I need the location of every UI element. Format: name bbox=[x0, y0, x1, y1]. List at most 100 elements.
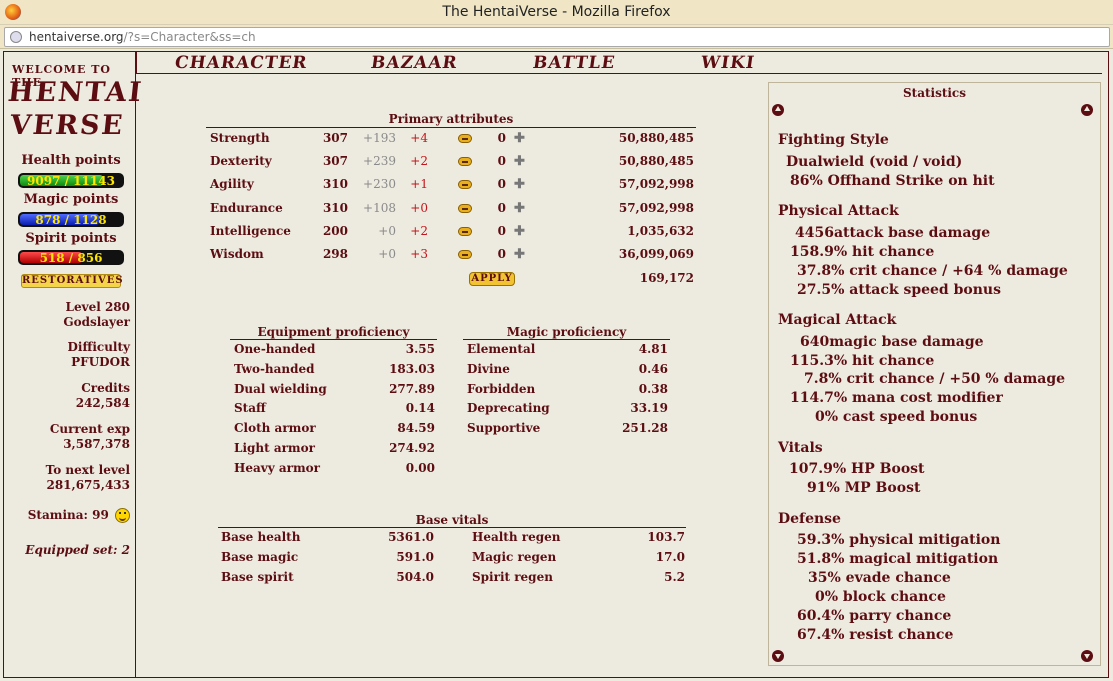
proficiency-value: 0.00 bbox=[405, 460, 435, 475]
equipment-proficiency-title: Equipment proficiency bbox=[257, 325, 410, 339]
attribute-points: 0 bbox=[497, 247, 506, 261]
equipment-proficiency-row: One-handed 3.55 bbox=[230, 342, 437, 362]
health-value: 9097 / 11143 bbox=[27, 174, 115, 188]
scroll-down-right-icon[interactable] bbox=[1081, 650, 1093, 662]
vital-name: Base spirit bbox=[221, 570, 294, 584]
exp-label: Current exp bbox=[49, 422, 130, 436]
regen-value: 17.0 bbox=[655, 550, 685, 564]
base-vitals-row: Base health 5361.0 Health regen 103.7 bbox=[218, 530, 686, 550]
stamina-row: Stamina: 99 bbox=[4, 508, 130, 523]
left-pane: WELCOME TO THE HENTAI VERSE Health point… bbox=[4, 52, 145, 677]
attribute-bonus: +0 bbox=[378, 223, 396, 238]
menu-character[interactable]: CHARACTER bbox=[174, 53, 309, 73]
increase-icon[interactable]: ✚ bbox=[514, 131, 525, 146]
difficulty-value: PFUDOR bbox=[71, 355, 130, 369]
attribute-delta: +0 bbox=[410, 200, 428, 215]
credits-label: Credits bbox=[81, 381, 130, 395]
decrease-icon[interactable] bbox=[458, 250, 472, 259]
scroll-up-right-icon[interactable] bbox=[1081, 104, 1093, 116]
vital-name: Base health bbox=[221, 530, 301, 544]
attribute-row: Wisdom 298 +0 +3 0 ✚ 36,099,069 bbox=[206, 247, 696, 267]
magical-attack-line: 115.3% hit chance bbox=[790, 353, 935, 369]
next-level-value: 281,675,433 bbox=[46, 478, 130, 492]
attribute-row: Agility 310 +230 +1 0 ✚ 57,092,998 bbox=[206, 177, 696, 197]
defense-heading: Defense bbox=[778, 511, 841, 527]
attribute-bonus: +108 bbox=[363, 200, 396, 215]
apply-button[interactable]: APPLY bbox=[469, 272, 515, 286]
proficiency-name: Heavy armor bbox=[234, 460, 320, 475]
equipment-proficiency-row: Staff 0.14 bbox=[230, 401, 437, 421]
logo-line1[interactable]: HENTAI bbox=[6, 77, 144, 108]
equipment-proficiency-row: Dual wielding 277.89 bbox=[230, 382, 437, 402]
proficiency-name: Staff bbox=[234, 401, 266, 416]
scroll-up-left-icon[interactable] bbox=[772, 104, 784, 116]
proficiency-name: Cloth armor bbox=[234, 421, 316, 436]
menu-wiki[interactable]: WIKI bbox=[700, 53, 757, 73]
base-vitals-row: Base spirit 504.0 Spirit regen 5.2 bbox=[218, 570, 686, 590]
globe-icon bbox=[10, 31, 22, 43]
window-title: The HentaiVerse - Mozilla Firefox bbox=[442, 4, 671, 20]
attribute-base: 307 bbox=[322, 154, 348, 169]
regen-value: 103.7 bbox=[647, 530, 685, 544]
regen-value: 5.2 bbox=[664, 570, 685, 584]
increase-icon[interactable]: ✚ bbox=[514, 154, 525, 169]
attribute-row: Strength 307 +193 +4 0 ✚ 50,880,485 bbox=[206, 131, 696, 151]
fighting-style-heading: Fighting Style bbox=[778, 132, 889, 148]
attribute-exp-cost: 1,035,632 bbox=[627, 223, 694, 238]
attribute-points: 0 bbox=[497, 223, 506, 238]
menu-bazaar[interactable]: BAZAAR bbox=[370, 53, 459, 73]
stamina-text: Stamina: 99 bbox=[27, 508, 109, 522]
attribute-points: 0 bbox=[497, 154, 506, 169]
statistics-title: Statistics bbox=[902, 86, 966, 100]
attribute-name: Agility bbox=[210, 177, 254, 192]
attribute-delta: +3 bbox=[410, 247, 428, 261]
credits-value: 242,584 bbox=[75, 396, 130, 410]
decrease-icon[interactable] bbox=[458, 203, 472, 213]
magical-attack-line: 0% cast speed bonus bbox=[815, 409, 978, 425]
proficiency-value: 274.92 bbox=[389, 441, 435, 455]
url-host: hentaiverse.org bbox=[29, 30, 124, 44]
equipment-proficiency-row: Cloth armor 84.59 bbox=[230, 421, 437, 441]
magical-attack-line: 7.8% crit chance / +50 % damage bbox=[804, 371, 1066, 387]
attribute-points: 0 bbox=[497, 131, 506, 145]
attribute-bonus: +193 bbox=[363, 131, 396, 145]
decrease-icon[interactable] bbox=[458, 134, 472, 143]
proficiency-value: 33.19 bbox=[630, 401, 668, 416]
defense-line: 51.8% magical mitigation bbox=[797, 551, 999, 567]
decrease-icon[interactable] bbox=[458, 180, 472, 190]
proficiency-value: 4.81 bbox=[638, 342, 668, 356]
difficulty-label: Difficulty bbox=[67, 340, 130, 354]
menu-battle[interactable]: BATTLE bbox=[532, 53, 617, 73]
defense-line: 0% block chance bbox=[815, 589, 946, 605]
scroll-down-left-icon[interactable] bbox=[772, 650, 784, 662]
proficiency-value: 277.89 bbox=[389, 381, 435, 396]
decrease-icon[interactable] bbox=[458, 226, 472, 236]
attribute-delta: +2 bbox=[410, 223, 428, 238]
attribute-points: 0 bbox=[497, 200, 506, 215]
top-menu: CHARACTER BAZAAR BATTLE WIKI bbox=[136, 52, 1102, 74]
attribute-row: Dexterity 307 +239 +2 0 ✚ 50,880,485 bbox=[206, 154, 696, 174]
physical-attack-line: 158.9% hit chance bbox=[790, 244, 935, 260]
address-bar[interactable]: hentaiverse.org/?s=Character&ss=ch bbox=[4, 27, 1110, 47]
logo-line2[interactable]: VERSE bbox=[8, 110, 125, 141]
next-level-label: To next level bbox=[45, 463, 130, 477]
magic-proficiency-row: Elemental 4.81 bbox=[463, 342, 670, 362]
restoratives-button[interactable]: RESTORATIVES bbox=[21, 274, 123, 288]
increase-icon[interactable]: ✚ bbox=[514, 247, 525, 262]
equipment-divider bbox=[230, 339, 437, 340]
defense-line: 60.4% parry chance bbox=[797, 608, 952, 624]
proficiency-name: Two-handed bbox=[234, 361, 315, 376]
increase-icon[interactable]: ✚ bbox=[514, 224, 525, 239]
increase-icon[interactable]: ✚ bbox=[514, 201, 525, 216]
magic-proficiency-row: Divine 0.46 bbox=[463, 362, 670, 382]
vital-name: Base magic bbox=[221, 550, 299, 564]
increase-icon[interactable]: ✚ bbox=[514, 177, 525, 192]
magic-value: 878 / 1128 bbox=[35, 213, 107, 227]
health-bar: 9097 / 11143 bbox=[18, 173, 124, 188]
address-url[interactable]: hentaiverse.org/?s=Character&ss=ch bbox=[29, 30, 256, 44]
window-titlebar: The HentaiVerse - Mozilla Firefox bbox=[0, 0, 1113, 25]
attribute-base: 310 bbox=[322, 200, 348, 215]
attribute-exp-cost: 50,880,485 bbox=[618, 131, 694, 145]
magical-attack-line: 640magic base damage bbox=[800, 334, 984, 350]
decrease-icon[interactable] bbox=[458, 157, 472, 167]
